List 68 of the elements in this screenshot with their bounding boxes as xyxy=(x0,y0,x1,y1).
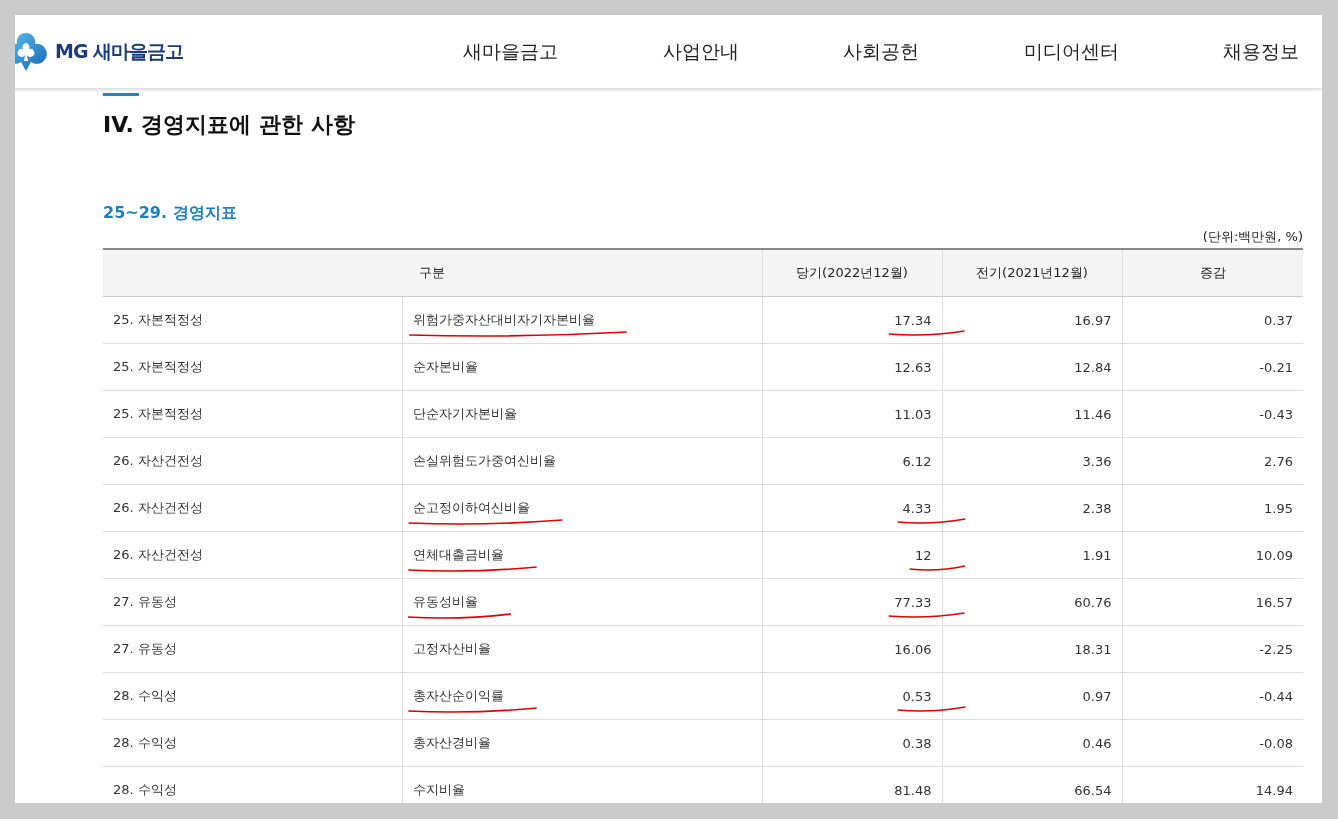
table-cell: 고정자산비율 xyxy=(402,625,762,673)
table-cell: 11.46 xyxy=(942,390,1122,438)
table-cell: 28. 수익성 xyxy=(103,719,402,767)
table-cell: 12 xyxy=(762,531,942,579)
table-cell: 2.38 xyxy=(942,484,1122,532)
table-cell: 순자본비율 xyxy=(402,343,762,391)
unit-note: (단위:백만원, %) xyxy=(1201,228,1303,246)
table-cell: -0.44 xyxy=(1122,672,1303,720)
subsection-title: 25~29. 경영지표 xyxy=(103,203,238,224)
table-cell: 유동성비율 xyxy=(402,578,762,626)
table-cell: 27. 유동성 xyxy=(103,578,402,626)
table-cell: 1.95 xyxy=(1122,484,1303,532)
table-cell: -0.43 xyxy=(1122,390,1303,438)
table-cell: 10.09 xyxy=(1122,531,1303,579)
table-cell: 수지비율 xyxy=(402,766,762,803)
nav-link[interactable]: 채용정보 xyxy=(1223,38,1299,65)
column-header: 전기(2021년12월) xyxy=(942,249,1122,297)
table-cell: 1.91 xyxy=(942,531,1122,579)
table-cell: 12.63 xyxy=(762,343,942,391)
table-cell: 0.46 xyxy=(942,719,1122,767)
table-cell: -2.25 xyxy=(1122,625,1303,673)
table-cell: 28. 수익성 xyxy=(103,672,402,720)
table-cell: 16.97 xyxy=(942,296,1122,344)
table-cell: 27. 유동성 xyxy=(103,625,402,673)
table-cell: 순고정이하여신비율 xyxy=(402,484,762,532)
table-cell: 25. 자본적정성 xyxy=(103,343,402,391)
nav-link[interactable]: 미디어센터 xyxy=(1023,38,1119,65)
table-cell: 16.06 xyxy=(762,625,942,673)
table-cell: 0.97 xyxy=(942,672,1122,720)
table-cell: 17.34 xyxy=(762,296,942,344)
table-cell: 위험가중자산대비자기자본비율 xyxy=(402,296,762,344)
table-cell: 총자산순이익률 xyxy=(402,672,762,720)
nav-link[interactable]: 사업안내 xyxy=(662,38,739,65)
table-cell: 14.94 xyxy=(1122,766,1303,803)
table-cell: 3.36 xyxy=(942,437,1122,485)
table-cell: 16.57 xyxy=(1122,578,1303,626)
column-header: 증감 xyxy=(1122,249,1303,297)
table-cell: 26. 자산건전성 xyxy=(103,437,402,485)
table-cell: 81.48 xyxy=(762,766,942,803)
table-cell: -0.08 xyxy=(1122,719,1303,767)
nav-link[interactable]: 사회공헌 xyxy=(843,38,919,65)
table-cell: 2.76 xyxy=(1122,437,1303,485)
table-cell: 12.84 xyxy=(942,343,1122,391)
nav-link[interactable]: 새마을금고 xyxy=(463,38,558,65)
table-cell: 0.53 xyxy=(762,672,942,720)
table-cell: 6.12 xyxy=(762,437,942,485)
table-cell: 77.33 xyxy=(762,578,942,626)
table-cell: 0.38 xyxy=(762,719,942,767)
table-cell: 총자산경비율 xyxy=(402,719,762,767)
table-cell: 0.37 xyxy=(1122,296,1303,344)
table-cell: 25. 자본적정성 xyxy=(103,390,402,438)
table-cell: 28. 수익성 xyxy=(103,766,402,803)
table-cell: 4.33 xyxy=(762,484,942,532)
table-cell: 60.76 xyxy=(942,578,1122,626)
table-cell: -0.21 xyxy=(1122,343,1303,391)
column-header: 구분 xyxy=(103,249,762,297)
column-header: 당기(2022년12월) xyxy=(762,249,942,297)
table-cell: 18.31 xyxy=(942,625,1122,673)
table-cell: 26. 자산건전성 xyxy=(103,484,402,532)
logo-text[interactable]: MG 새마을금고 xyxy=(55,38,184,65)
table-cell: 26. 자산건전성 xyxy=(103,531,402,579)
table-cell: 25. 자본적정성 xyxy=(103,296,402,344)
table-cell: 연체대출금비율 xyxy=(402,531,762,579)
table-cell: 66.54 xyxy=(942,766,1122,803)
table-cell: 단순자기자본비율 xyxy=(402,390,762,438)
table-cell: 11.03 xyxy=(762,390,942,438)
table-cell: 손실위험도가중여신비율 xyxy=(402,437,762,485)
section-title: IV. 경영지표에 관한 사항 xyxy=(103,111,356,139)
